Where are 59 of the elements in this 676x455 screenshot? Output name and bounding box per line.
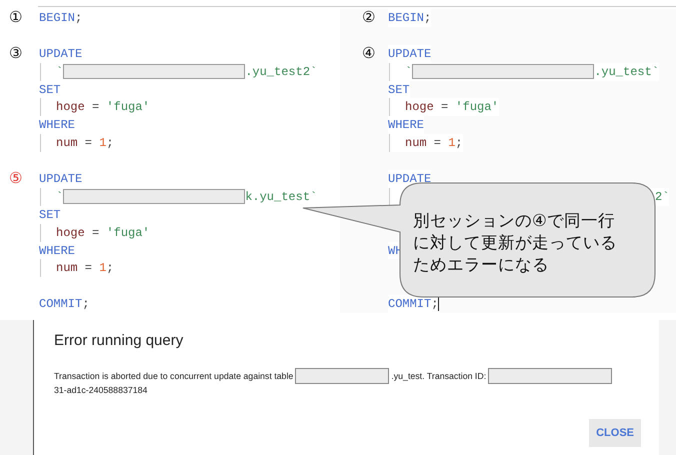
code-token: ; [82,297,90,312]
code-token: 'fuga' [455,100,499,114]
code-token: 1 [448,136,456,150]
step-number: ① [9,10,22,26]
code-token: BEGIN [388,10,424,25]
callout-text: に対して更新が走っている [413,232,617,254]
code-token: k.yu_test` [245,190,318,204]
code-token: ; [431,297,438,312]
dialog-title: Error running query [54,332,184,349]
step-number: ② [362,10,376,26]
code-token: = [91,226,100,240]
code-token: hoge [405,100,434,114]
code-token: 2` [655,190,670,204]
error-message: Transaction is aborted due to concurrent update against table [54,370,294,382]
code-token: SET [39,208,61,222]
code-token: 'fuga' [106,226,150,240]
code-token: ; [75,10,82,25]
code-token: 1 [99,136,106,150]
code-token: ; [424,10,432,25]
step-number: ③ [9,46,22,62]
error-message: .yu_test. Transaction ID: [391,370,486,382]
code-token: UPDATE [388,46,432,61]
callout-text: ためエラーになる [413,254,550,276]
code-token: num [405,136,427,150]
code-token: num [56,261,78,276]
code-token: COMMIT [388,297,432,312]
callout-text: 別セッションの④で同一行 [413,210,616,232]
code-token: ` [56,64,64,79]
code-token: 'fuga' [106,100,150,114]
step-number: ⑤ [9,171,22,186]
code-token: = [91,100,100,114]
code-token: hoge [56,226,85,240]
code-token: = [440,100,450,114]
code-token: WHERE [39,118,76,132]
code-token: UPDATE [388,172,432,186]
code-token: UPDATE [39,46,82,61]
code-token: hoge [56,100,85,114]
code-token: = [84,261,94,276]
code-token: ; [106,136,114,150]
close-button[interactable]: CLOSE [589,419,641,447]
code-token: ` [56,190,64,204]
code-token: 1 [99,261,106,276]
code-token: SET [388,82,410,96]
code-token: ` [405,64,412,79]
code-token: num [56,136,78,150]
code-token: .yu_test` [594,64,660,79]
code-token: WHERE [39,244,76,258]
code-token: COMMIT [39,297,82,312]
code-token: ; [106,261,114,276]
code-token: = [84,136,94,150]
code-token: .yu_test2` [245,64,318,79]
step-number: ④ [362,46,376,62]
code-token: BEGIN [39,10,76,25]
code-token: WHERE [388,118,424,132]
code-token: UPDATE [39,172,82,186]
code-token: SET [39,82,61,96]
code-token: = [432,136,442,150]
error-message: 31-ad1c-240588837184 [54,384,148,397]
code-token: ; [455,136,463,150]
